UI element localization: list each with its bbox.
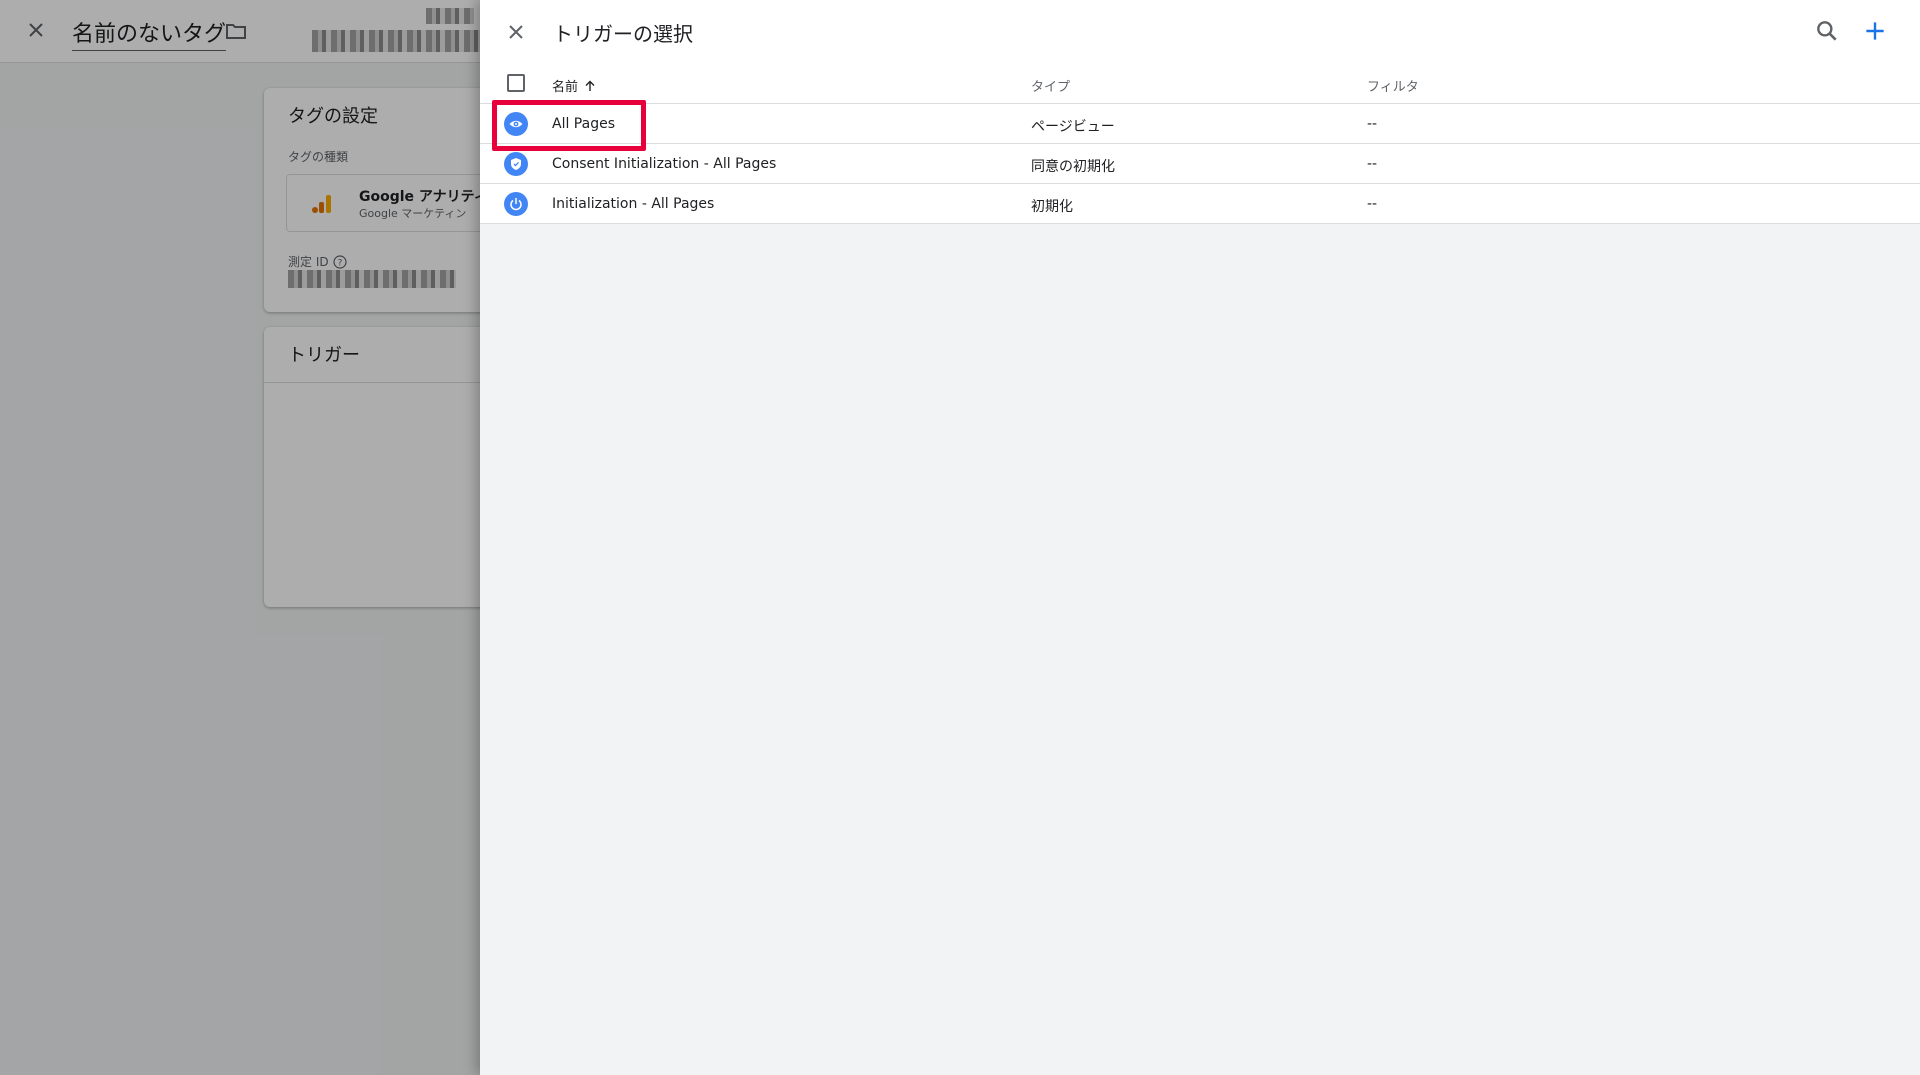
trigger-type: 同意の初期化 [1031, 159, 1115, 175]
panel-title: トリガーの選択 [553, 22, 693, 46]
trigger-name[interactable]: All Pages [552, 116, 615, 132]
add-icon[interactable] [1862, 18, 1888, 44]
trigger-name[interactable]: Initialization - All Pages [552, 196, 714, 212]
trigger-type: 初期化 [1031, 199, 1073, 215]
trigger-selection-panel: トリガーの選択 名前 タイプ フィルタ All Pages ページビュー -- [480, 0, 1920, 1075]
trigger-filter: -- [1367, 196, 1378, 212]
arrow-up-icon [585, 80, 595, 91]
search-icon[interactable] [1814, 18, 1840, 44]
column-header-name-label: 名前 [552, 80, 579, 95]
column-header-filter[interactable]: フィルタ [1367, 76, 1419, 95]
column-header-type[interactable]: タイプ [1031, 76, 1070, 95]
power-icon [504, 192, 528, 216]
table-header: 名前 タイプ フィルタ [480, 64, 1920, 104]
trigger-table: 名前 タイプ フィルタ All Pages ページビュー -- Consent … [480, 64, 1920, 224]
trigger-name[interactable]: Consent Initialization - All Pages [552, 156, 776, 172]
trigger-filter: -- [1367, 156, 1378, 172]
table-row[interactable]: All Pages ページビュー -- [480, 104, 1920, 144]
table-row[interactable]: Consent Initialization - All Pages 同意の初期… [480, 144, 1920, 184]
trigger-filter: -- [1367, 116, 1378, 132]
eye-icon [504, 112, 528, 136]
shield-icon [504, 152, 528, 176]
close-icon[interactable] [504, 20, 528, 44]
column-header-name[interactable]: 名前 [552, 76, 596, 95]
panel-header: トリガーの選択 [480, 0, 1920, 64]
trigger-type: ページビュー [1031, 119, 1115, 135]
table-row[interactable]: Initialization - All Pages 初期化 -- [480, 184, 1920, 224]
select-all-checkbox[interactable] [507, 74, 525, 92]
